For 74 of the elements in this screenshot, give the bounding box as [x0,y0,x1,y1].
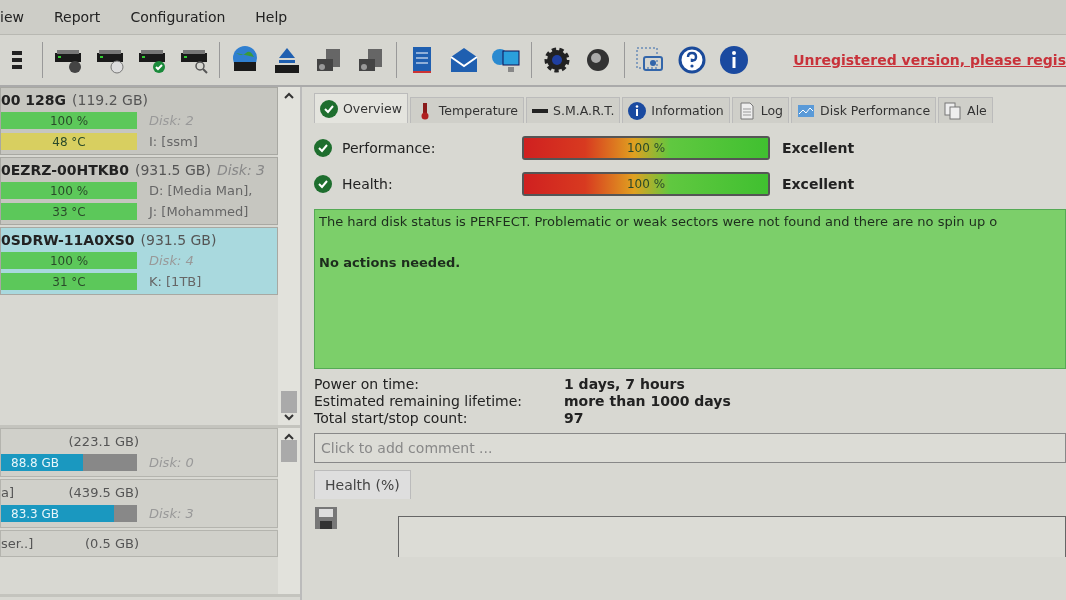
detail-value: 1 days, 7 hours [564,376,686,392]
tab[interactable]: Overview [314,93,408,123]
tab[interactable]: S.M.A.R.T. [526,97,621,123]
pages-icon [944,101,963,120]
partition-card[interactable]: ser..] (0.5 GB) [0,530,278,557]
comment-field[interactable]: Click to add comment ... [314,433,1066,463]
check-icon [314,175,332,193]
action-text: No actions needed. [319,255,462,270]
disk-number: Disk: 4 [149,253,194,268]
rating-text: Excellent [782,140,855,156]
check-icon [320,99,338,118]
dash-icon [532,108,549,113]
disk-size: (931.5 GB) [140,232,217,248]
tab[interactable]: Health (%) [314,470,411,499]
partition-name: a] [1,485,15,500]
drive-letter: K: [1TB] [149,274,202,289]
menu-item[interactable]: Report [53,9,101,25]
rating-text: Excellent [782,176,855,192]
gauge-bar: 100 % [522,172,770,196]
status-bar: 48 °C [1,133,137,150]
drive-letter: J: [Mohammed] [149,204,249,219]
list-icon [12,51,22,69]
menu-item[interactable]: Configuration [130,9,226,25]
detail-label: Power on time: [314,376,420,392]
disk-card[interactable]: 0EZRZ-00HTKB0 (931.5 GB) Disk: 3 100 % D: [Media Man], 33 °C J: [Mohammed] [0,157,278,225]
disk-size: (119.2 GB) [72,92,148,108]
disk-model: 0SDRW-11A0XS0 [1,232,135,248]
tab[interactable]: Disk Performance [791,97,937,123]
help-icon [677,45,707,75]
document-icon [737,101,756,120]
detail-value: more than 1000 days [564,393,732,409]
usage-bar: 83.3 GB [1,505,137,522]
disk-model: 00 128G [1,92,67,108]
tab[interactable]: Ale [938,97,993,123]
toolbar-button[interactable] [717,43,751,77]
partition-size: (439.5 GB) [68,485,139,500]
disk-size: (931.5 GB) [134,162,211,178]
status-bar: 100 % [1,182,137,199]
detail-label: Total start/stop count: [314,410,469,426]
drive-letter: D: [Media Man], [149,183,253,198]
gauge-label: Performance: [342,140,437,156]
disk-number: Disk: 3 [216,162,266,178]
disk-card[interactable]: 0SDRW-11A0XS0 (931.5 GB) 100 % Disk: 4 31 °C K: [1TB] [0,227,278,295]
disk-model: 0EZRZ-00HTKB0 [1,162,129,178]
status-text: The hard disk status is PERFECT. Problematic or weak sectors were not found and there are no spin up o [319,214,999,229]
partition-size: (223.1 GB) [68,434,139,449]
menu-item[interactable]: Help [255,9,288,25]
tab[interactable]: Temperature [409,97,525,123]
partition-size: (0.5 GB) [85,536,139,551]
gauge-label: Health: [342,176,394,192]
scrollbar[interactable] [278,428,300,594]
partition-name: ser..] [1,536,34,551]
status-bar: 100 % [1,112,137,129]
gauge-bar: 100 % [522,136,770,160]
register-link[interactable]: Unregistered version, please regis [793,52,1066,68]
status-bar: 100 % [1,252,137,269]
envelope-icon [449,45,479,75]
check-icon [314,139,332,157]
settings-icon [542,45,572,75]
save-icon[interactable] [314,506,338,530]
usage-bar: 88.8 GB [1,454,137,471]
tab[interactable]: Information [622,97,730,123]
drive-letter: I: [ssm] [149,134,198,149]
status-bar: 31 °C [1,273,137,290]
scroll-thumb[interactable] [281,391,297,413]
status-bar: 33 °C [1,203,137,220]
detail-label: Estimated remaining lifetime: [314,393,523,409]
tab[interactable]: Log [731,97,790,123]
detail-value: 97 [564,410,585,426]
scroll-thumb[interactable] [281,440,297,462]
scrollbar[interactable] [278,87,300,425]
menu-item[interactable]: iew [0,9,24,25]
info-icon [719,45,749,75]
info-icon [628,101,647,120]
